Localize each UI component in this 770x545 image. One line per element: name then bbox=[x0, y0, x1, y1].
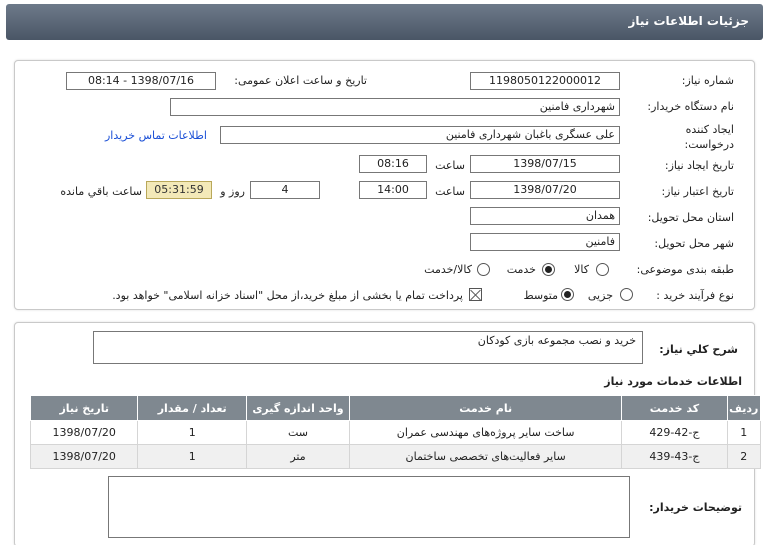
col-need-date: تاریخ نیاز bbox=[29, 395, 139, 421]
announce-datetime-field: 1398/07/16 - 08:14 bbox=[66, 72, 216, 90]
process-medium-label: متوسط bbox=[523, 289, 558, 302]
announce-datetime-label: تاریخ و ساعت اعلان عمومی: bbox=[234, 74, 367, 87]
requester-label-line2: درخواست: bbox=[684, 138, 734, 151]
col-row-number: ردیف bbox=[726, 395, 762, 421]
buyer-org-label: نام دستگاه خریدار: bbox=[647, 100, 734, 113]
category-label: طبقه بندی موضوعی: bbox=[636, 263, 734, 276]
treasury-checkbox[interactable] bbox=[469, 288, 482, 301]
cell-quantity: 1 bbox=[137, 444, 247, 469]
process-minor-label: جزیی bbox=[587, 289, 613, 302]
category-goods-service-label: کالا/خدمت bbox=[424, 263, 472, 276]
category-goods-radio[interactable] bbox=[596, 263, 609, 276]
cell-unit: ست bbox=[245, 420, 350, 445]
table-row: 1 ج-42-429 ساخت سایر پروژه‌های مهندسی عم… bbox=[29, 420, 762, 445]
category-goods-service-radio[interactable] bbox=[477, 263, 490, 276]
cell-service-name: سایر فعالیت‌های تخصصی ساختمان bbox=[348, 444, 623, 469]
day-and-label: روز و bbox=[220, 185, 245, 198]
validity-time-field: 14:00 bbox=[359, 181, 427, 199]
cell-unit: متر bbox=[245, 444, 350, 469]
category-service-radio[interactable] bbox=[542, 263, 555, 276]
cell-row-number: 2 bbox=[726, 444, 762, 469]
city-field: فامنین bbox=[470, 233, 620, 251]
validity-date-field: 1398/07/20 bbox=[470, 181, 620, 199]
remaining-time-badge: 05:31:59 bbox=[146, 181, 212, 199]
validity-hour-label: ساعت bbox=[435, 185, 465, 198]
services-table: ردیف کد خدمت نام خدمت واحد اندازه گیری ت… bbox=[29, 395, 762, 469]
province-label: استان محل تحویل: bbox=[647, 211, 734, 224]
process-minor-radio[interactable] bbox=[620, 288, 633, 301]
buyer-contact-link[interactable]: اطلاعات تماس خریدار bbox=[105, 129, 207, 142]
cell-service-code: ج-42-429 bbox=[621, 420, 728, 445]
cell-service-name: ساخت سایر پروژه‌های مهندسی عمران bbox=[348, 420, 623, 445]
need-number-field: 1198050122000012 bbox=[470, 72, 620, 90]
category-goods-label: کالا bbox=[574, 263, 589, 276]
city-label: شهر محل تحویل: bbox=[654, 237, 734, 250]
requester-field: علی عسگری باغبان شهرداری فامنین bbox=[220, 126, 620, 144]
cell-row-number: 1 bbox=[726, 420, 762, 445]
col-quantity: تعداد / مقدار bbox=[137, 395, 247, 421]
col-service-name: نام خدمت bbox=[348, 395, 623, 421]
table-row: 2 ج-43-439 سایر فعالیت‌های تخصصی ساختمان… bbox=[29, 444, 762, 469]
created-hour-label: ساعت bbox=[435, 159, 465, 172]
services-section-title: اطلاعات خدمات مورد نیاز bbox=[604, 375, 742, 388]
cell-quantity: 1 bbox=[137, 420, 247, 445]
general-desc-field: خرید و نصب مجموعه بازی کودکان bbox=[93, 331, 643, 364]
buyer-notes-label: توضیحات خریدار: bbox=[649, 501, 742, 514]
need-number-label: شماره نیاز: bbox=[681, 74, 734, 87]
col-unit: واحد اندازه گیری bbox=[245, 395, 350, 421]
province-field: همدان bbox=[470, 207, 620, 225]
cell-service-code: ج-43-439 bbox=[621, 444, 728, 469]
buyer-notes-field bbox=[108, 476, 630, 538]
cell-need-date: 1398/07/20 bbox=[29, 420, 139, 445]
treasury-note: پرداخت تمام یا بخشی از مبلغ خرید،از محل … bbox=[112, 289, 463, 302]
days-left-field: 4 bbox=[250, 181, 320, 199]
remaining-label: ساعت باقي مانده bbox=[60, 185, 142, 198]
requester-label-line1: ایجاد کننده bbox=[685, 123, 734, 136]
page-title: جزئیات اطلاعات نیاز bbox=[628, 14, 749, 28]
buyer-org-field: شهرداری فامنین bbox=[170, 98, 620, 116]
process-medium-radio[interactable] bbox=[561, 288, 574, 301]
process-label: نوع فرآیند خرید : bbox=[656, 289, 734, 302]
created-date-field: 1398/07/15 bbox=[470, 155, 620, 173]
page-header-bar: جزئیات اطلاعات نیاز bbox=[6, 4, 763, 40]
col-service-code: کد خدمت bbox=[621, 395, 728, 421]
created-time-field: 08:16 bbox=[359, 155, 427, 173]
general-desc-label: شرح کلي نیاز: bbox=[659, 343, 738, 356]
category-service-label: خدمت bbox=[506, 263, 536, 276]
cell-need-date: 1398/07/20 bbox=[29, 444, 139, 469]
created-date-label: تاریخ ایجاد نیاز: bbox=[664, 159, 734, 172]
validity-date-label: تاریخ اعتبار نیاز: bbox=[661, 185, 734, 198]
